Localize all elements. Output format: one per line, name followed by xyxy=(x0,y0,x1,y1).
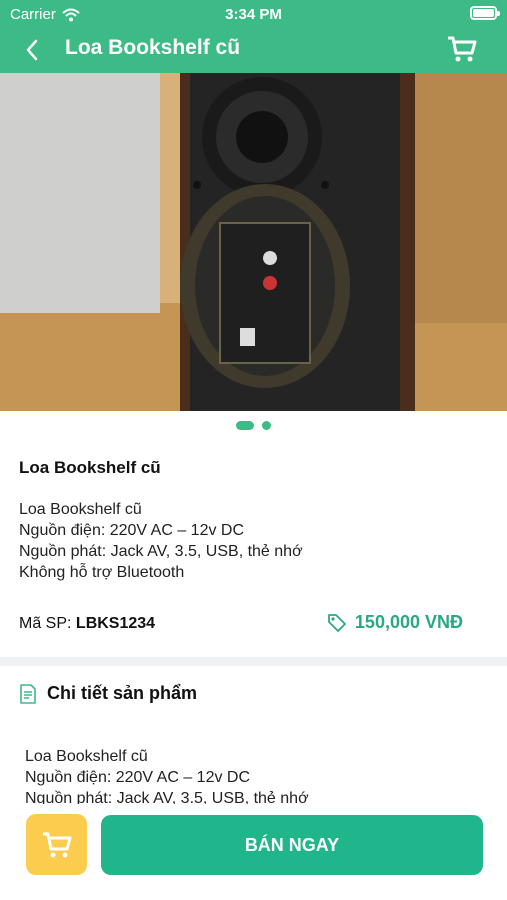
cart-icon xyxy=(448,36,477,62)
page-title: Loa Bookshelf cũ xyxy=(65,36,241,59)
description-line: Loa Bookshelf cũ xyxy=(19,501,142,518)
speaker-photo xyxy=(0,73,507,411)
product-price: 150,000 VNĐ xyxy=(327,612,463,633)
back-button[interactable] xyxy=(16,34,48,66)
image-pager[interactable] xyxy=(0,421,507,433)
document-icon xyxy=(20,683,36,704)
price-value: 150,000 VNĐ xyxy=(354,612,463,632)
product-code-label: Mã SP: xyxy=(19,615,72,632)
description-line: Nguồn điện: 220V AC – 12v DC xyxy=(19,522,245,539)
chevron-left-icon xyxy=(26,39,38,61)
price-tag-icon xyxy=(328,613,346,632)
pager-dot-active[interactable] xyxy=(236,421,254,430)
cart-button[interactable] xyxy=(445,32,479,66)
details-line: Nguồn điện: 220V AC – 12v DC xyxy=(25,769,251,786)
details-title: Chi tiết sản phẩm xyxy=(47,683,198,703)
product-image[interactable] xyxy=(0,73,507,411)
header: Carrier 3:34 PM Loa Bookshelf cũ xyxy=(0,0,507,73)
pager-dot[interactable] xyxy=(262,421,271,430)
description-line: Nguồn phát: Jack AV, 3.5, USB, thẻ nhớ xyxy=(19,543,303,560)
clock: 3:34 PM xyxy=(225,6,282,23)
details-line: Nguồn phát: Jack AV, 3.5, USB, thẻ nhớ xyxy=(25,790,309,804)
battery-icon xyxy=(470,6,500,20)
details-body: Loa Bookshelf cũ Nguồn điện: 220V AC – 1… xyxy=(25,746,309,804)
description-line: Không hỗ trợ Bluetooth xyxy=(19,564,185,581)
navbar: Loa Bookshelf cũ xyxy=(0,28,507,73)
product-name: Loa Bookshelf cũ xyxy=(19,458,161,477)
product-code: Mã SP: LBKS1234 xyxy=(19,615,155,633)
product-description: Loa Bookshelf cũ Nguồn điện: 220V AC – 1… xyxy=(19,499,303,583)
status-bar: Carrier 3:34 PM xyxy=(0,0,507,28)
buy-now-button[interactable]: BÁN NGAY xyxy=(101,815,483,875)
add-to-cart-button[interactable] xyxy=(26,814,87,875)
cart-icon xyxy=(42,832,71,857)
section-divider xyxy=(0,657,507,666)
details-header: Chi tiết sản phẩm xyxy=(19,683,197,704)
details-line: Loa Bookshelf cũ xyxy=(25,748,148,765)
product-code-value: LBKS1234 xyxy=(75,615,156,632)
